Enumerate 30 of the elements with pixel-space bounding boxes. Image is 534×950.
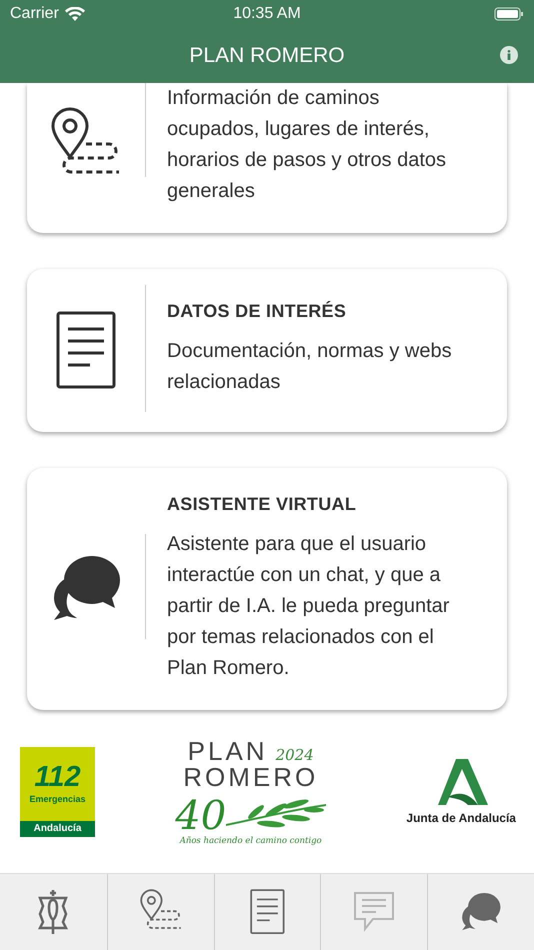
menu-card[interactable]: DATOS DE INTERÉS Documentación, normas y webs relacionadas (27, 269, 507, 432)
chat-bubbles-icon (461, 892, 501, 932)
logo-motto: Años haciendo el camino contigo (180, 836, 322, 846)
info-icon (507, 50, 511, 60)
info-button[interactable] (500, 46, 518, 64)
card-description: Documentación, normas y webs relacionadas (167, 339, 453, 395)
logo-word: ROMERO (183, 764, 318, 790)
card-title: ASISTENTE VIRTUAL (167, 494, 358, 515)
card-title: DATOS DE INTERÉS (167, 301, 348, 322)
document-icon (250, 889, 285, 935)
screen-title: PLAN ROMERO (189, 44, 345, 68)
document-icon (56, 310, 116, 388)
junta-label: Junta de Andalucía (406, 810, 516, 824)
banner-icon (37, 890, 70, 934)
chat-bubbles-icon (52, 556, 120, 622)
card-description: Información de caminos ocupados, lugares de interés, horarios de pasos y otros datos generales (167, 86, 448, 204)
menu-card[interactable]: Información de caminos ocupados, lugares de interés, horarios de pasos y otros datos generales (27, 83, 507, 233)
status-time: 10:35 AM (233, 5, 301, 23)
menu-card[interactable]: ASISTENTE VIRTUAL Asistente para que el usuario interactúe con un chat, y que a partir de I.A. le pueda preguntar por temas relacionados con el Plan Romero. (27, 468, 507, 710)
logo-year: 2024 (276, 746, 314, 764)
anniversary-number: 40 (175, 796, 226, 836)
logo-word: PLAN (188, 738, 268, 764)
wifi-icon (64, 7, 85, 21)
carrier-label: Carrier (10, 5, 59, 23)
emergency-number: 112 (34, 762, 81, 792)
card-description: Asistente para que el usuario interactúe con un chat, y que a partir de I.A. le pueda preguntar por temas relacionados con el Plan Romero. (167, 532, 450, 681)
region-label: Andalucía (20, 820, 95, 836)
speech-bubble-icon (353, 891, 396, 933)
emergency-label: Emergencias (29, 794, 86, 804)
battery-icon (494, 7, 524, 21)
